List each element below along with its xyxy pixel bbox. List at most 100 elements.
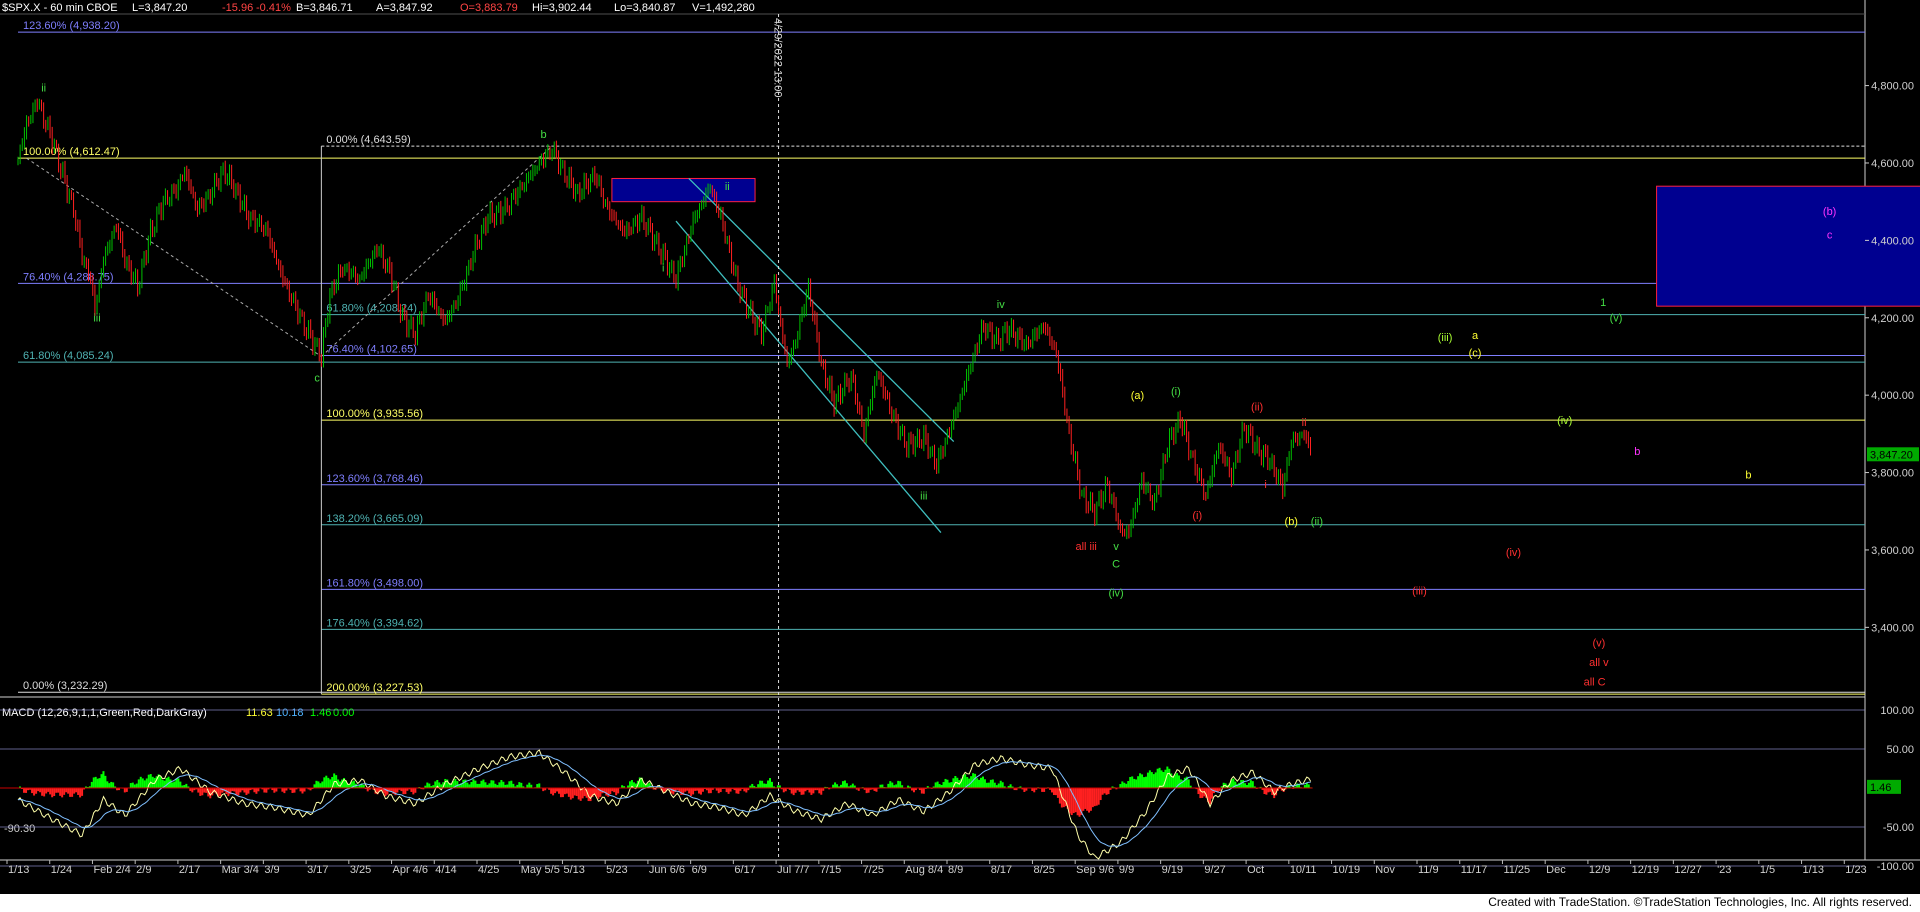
fib-level-label: 76.40% (4,102.65) <box>326 343 417 355</box>
wave-label: (iii) <box>1438 332 1453 344</box>
x-axis-tick-label: 2/17 <box>179 864 200 876</box>
wave-label: (ii) <box>1311 516 1323 528</box>
macd-axis-label: 50.00 <box>1886 744 1914 756</box>
wave-label: 1 <box>1600 297 1606 309</box>
x-axis-tick-label: Nov <box>1375 864 1395 876</box>
wave-label: (b) <box>1285 516 1298 528</box>
macd-value: 11.63 <box>246 707 273 719</box>
x-axis-tick-label: 1/13 <box>1803 864 1824 876</box>
header-quote-field: $SPX.X - 60 min CBOE <box>2 2 118 14</box>
x-axis-tick-label: 9/27 <box>1204 864 1225 876</box>
wave-label: (iii) <box>1412 585 1427 597</box>
x-axis-tick-label: Feb 2/4 <box>93 864 130 876</box>
header-quote-field: Lo=3,840.87 <box>614 2 675 14</box>
y-axis-tick-label: 3,800.00 <box>1871 468 1914 480</box>
header-quote-field: A=3,847.92 <box>376 2 433 14</box>
last-price-label: 3,847.20 <box>1870 449 1913 461</box>
wave-label: i <box>662 262 664 274</box>
fib-level-label: 0.00% (3,232.29) <box>23 680 107 692</box>
fib-level-label: 123.60% (3,768.46) <box>326 473 423 485</box>
x-axis-tick-label: 7/15 <box>820 864 841 876</box>
macd-last-label: 1.46 <box>1870 782 1891 794</box>
header-quote-field: V=1,492,280 <box>692 2 755 14</box>
wave-label: b <box>1745 469 1751 481</box>
wave-label: all C <box>1584 676 1606 688</box>
x-axis-tick-label: 12/9 <box>1589 864 1610 876</box>
wave-label: b <box>1634 446 1640 458</box>
x-axis-tick-label: '23 <box>1717 864 1731 876</box>
x-axis-tick-label: 3/25 <box>350 864 371 876</box>
macd-left-value: -90.30 <box>4 823 35 835</box>
wave-label: (iv) <box>1108 587 1123 599</box>
wave-label: iii <box>920 491 927 503</box>
wave-label: (v) <box>1592 638 1605 650</box>
x-axis-tick-label: 4/14 <box>435 864 456 876</box>
wave-label: (iv) <box>1557 415 1572 427</box>
fib-level-label: 0.00% (4,643.59) <box>326 134 410 146</box>
wave-label: all v <box>1589 657 1609 669</box>
x-axis-tick-label: Mar 3/4 <box>222 864 259 876</box>
fib-level-label: 123.60% (4,938.20) <box>23 20 120 32</box>
wave-label: all iii <box>1075 541 1096 553</box>
macd-axis-label: -100.00 <box>1877 861 1914 873</box>
x-axis-tick-label: 11/17 <box>1461 864 1488 876</box>
x-axis-tick-label: 6/17 <box>734 864 755 876</box>
wave-label: a <box>1472 330 1479 342</box>
header-quote-field: -0.41% <box>256 2 291 14</box>
fib-level-label: 61.80% (4,085.24) <box>23 350 114 362</box>
price-chart[interactable]: 123.60% (4,938.20) 100.00% (4,612.47) 76.4… <box>0 0 1920 894</box>
header-quote-field: O=3,883.79 <box>460 2 518 14</box>
fib-level-label: 161.80% (3,498.00) <box>326 577 423 589</box>
wave-label: (i) <box>1192 510 1202 522</box>
x-axis-tick-label: Jul 7/7 <box>777 864 809 876</box>
wave-label: iii <box>93 313 100 325</box>
wave-label: v <box>1113 541 1119 553</box>
y-axis-tick-label: 4,200.00 <box>1871 313 1914 325</box>
macd-value: 0.00 <box>333 707 354 719</box>
x-axis-tick-label: 8/17 <box>991 864 1012 876</box>
macd-label: MACD (12,26,9,1,1,Green,Red,DarkGray) <box>2 707 207 719</box>
x-axis-tick-label: 1/13 <box>8 864 29 876</box>
x-axis-tick-label: 9/9 <box>1119 864 1134 876</box>
x-axis-tick-label: 5/13 <box>563 864 584 876</box>
x-axis-tick-label: 10/11 <box>1290 864 1317 876</box>
x-axis-tick-label: 11/9 <box>1418 864 1439 876</box>
cursor-time-label: 4/29/2022 13:00 <box>772 18 784 98</box>
y-axis-tick-label: 4,800.00 <box>1871 81 1914 93</box>
wave-label: i <box>1264 479 1266 491</box>
x-axis-tick-label: 3/17 <box>307 864 328 876</box>
y-axis-tick-label: 4,400.00 <box>1871 235 1914 247</box>
x-axis-tick-label: 2/9 <box>136 864 151 876</box>
wave-label: c <box>314 373 320 385</box>
x-axis-tick-label: Jun 6/6 <box>649 864 685 876</box>
x-axis-tick-label: Dec <box>1546 864 1566 876</box>
x-axis-tick-label: Aug 8/4 <box>905 864 943 876</box>
macd-axis-label: -50.00 <box>1883 822 1914 834</box>
fib-level-label: 76.40% (4,288.75) <box>23 271 114 283</box>
wave-label: (v) <box>1610 313 1623 325</box>
header-quote-field: B=3,846.71 <box>296 2 353 14</box>
x-axis-tick-label: 1/24 <box>51 864 72 876</box>
x-axis-tick-label: 11/25 <box>1503 864 1530 876</box>
x-axis-tick-label: 10/19 <box>1333 864 1361 876</box>
fib-level-label: 100.00% (4,612.47) <box>23 146 120 158</box>
tradestation-chart-window: 123.60% (4,938.20) 100.00% (4,612.47) 76.4… <box>0 0 1920 912</box>
wave-label: b <box>540 129 546 141</box>
credit-text: Created with TradeStation. ©TradeStation… <box>1488 895 1912 909</box>
y-axis-tick-label: 3,400.00 <box>1871 622 1914 634</box>
x-axis-tick-label: 3/9 <box>264 864 279 876</box>
credit-bar: Created with TradeStation. ©TradeStation… <box>0 894 1920 912</box>
wave-label: ii <box>1302 417 1307 429</box>
wave-label: C <box>1112 558 1120 570</box>
x-axis-tick-label: 8/25 <box>1033 864 1054 876</box>
wave-label: (i) <box>1171 386 1181 398</box>
wave-label: c <box>1827 229 1833 241</box>
fib-level-label: 138.20% (3,665.09) <box>326 513 423 525</box>
wave-label: (iv) <box>1506 547 1521 559</box>
chart-background <box>0 0 1920 894</box>
x-axis-tick-label: 8/9 <box>948 864 963 876</box>
fib-level-label: 200.00% (3,227.53) <box>326 682 423 694</box>
wave-label: (ii) <box>1251 402 1263 414</box>
header-quote-field: L=3,847.20 <box>132 2 187 14</box>
wave-label: ii <box>725 181 730 193</box>
